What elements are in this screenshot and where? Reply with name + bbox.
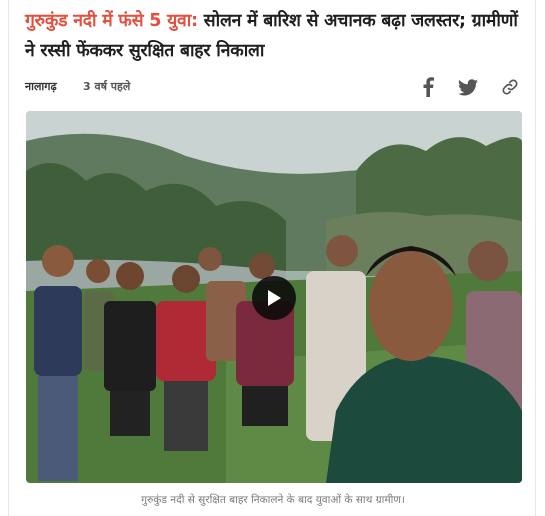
link-icon — [502, 79, 518, 95]
twitter-share-button[interactable] — [457, 76, 479, 98]
article-meta: नालागढ़ 3 वर्ष पहले — [25, 76, 530, 98]
video-player[interactable] — [26, 111, 522, 483]
facebook-share-button[interactable] — [417, 76, 439, 98]
copy-link-button[interactable] — [499, 76, 521, 98]
headline-highlight: गुरुकुंड नदी में फंसे 5 युवा: — [25, 11, 198, 31]
image-caption: गुरुकुंड नदी से सुरक्षित बाहर निकालने के… — [141, 494, 405, 506]
twitter-icon — [458, 78, 478, 95]
location-label[interactable]: नालागढ़ — [25, 79, 57, 94]
publish-time: 3 वर्ष पहले — [83, 80, 131, 93]
play-button[interactable] — [252, 276, 296, 320]
article-card: गुरुकुंड नदी में फंसे 5 युवा: सोलन में ब… — [8, 0, 536, 516]
play-icon — [268, 290, 281, 306]
article-headline[interactable]: गुरुकुंड नदी में फंसे 5 युवा: सोलन में ब… — [25, 6, 530, 66]
facebook-icon — [423, 77, 434, 97]
